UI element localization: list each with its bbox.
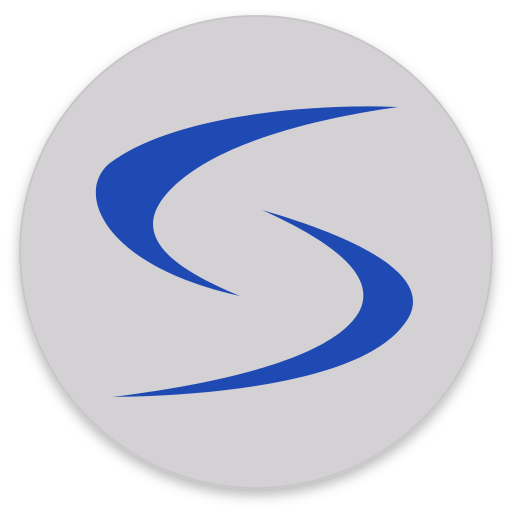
app-icon [19,15,493,489]
icon-disc [19,15,493,489]
app-icon-canvas [0,0,512,512]
